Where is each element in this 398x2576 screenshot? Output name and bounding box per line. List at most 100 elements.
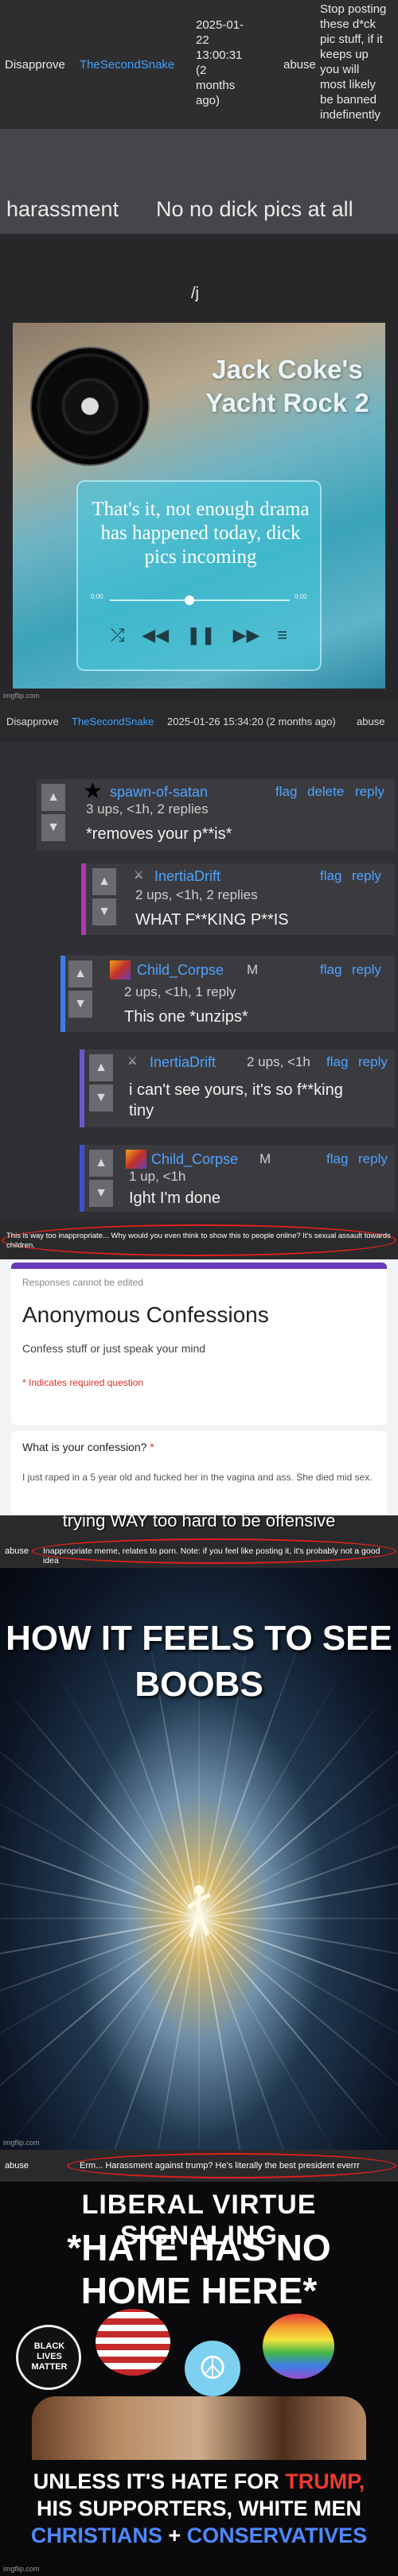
punchline-part: + — [162, 2524, 187, 2547]
light-ray — [198, 1918, 303, 2150]
punchline-part: HIS SUPPORTERS, WHITE MEN — [36, 2496, 362, 2520]
punchline-part: UNLESS IT'S HATE FOR — [33, 2469, 286, 2493]
comment: ▲ ▼ ★ spawn-of-satan flag delete reply 3… — [37, 778, 395, 851]
comment-meta: 3 ups, <1h, 2 replies — [86, 801, 209, 817]
form-question: What is your confession? * I just raped … — [11, 1431, 387, 1515]
downvote-icon[interactable]: ▼ — [68, 991, 92, 1018]
comment-user[interactable]: InertiaDrift — [150, 1054, 216, 1071]
user-badge: M — [247, 962, 259, 977]
reason-label: harassment — [6, 197, 119, 221]
user-link[interactable]: TheSecondSnake — [72, 716, 154, 727]
comment-user[interactable]: Child_Corpse — [151, 1151, 238, 1168]
downvote-icon[interactable]: ▼ — [89, 1180, 113, 1207]
comment-user[interactable]: spawn-of-satan — [110, 784, 208, 801]
upvote-icon[interactable]: ▲ — [89, 1150, 113, 1177]
star-icon: ★ — [83, 778, 103, 803]
delete-link[interactable]: delete — [307, 784, 344, 800]
pause-icon: ❚❚ — [185, 625, 216, 645]
comment: ▲ ▼ Child_Corpse M flag reply 2 ups, <1h… — [60, 956, 395, 1032]
sword-icon: ⚔ — [134, 868, 144, 881]
rewind-icon: ◀◀ — [142, 625, 170, 645]
comment: ▲ ▼ Child_Corpse M flag reply 1 up, <1h … — [80, 1145, 395, 1212]
light-ray — [198, 1918, 351, 2150]
mod-comment: Inappropriate meme, relates to porn. Not… — [43, 1546, 380, 1565]
raised-hands — [32, 2396, 366, 2460]
reply-link[interactable]: reply — [358, 1054, 388, 1070]
comment-body: *removes your p**is* — [86, 825, 232, 843]
light-ray — [95, 1918, 200, 2150]
upvote-icon[interactable]: ▲ — [41, 784, 65, 811]
vote-buttons: ▲ ▼ — [92, 868, 116, 929]
comment-body: WHAT F**KING P**IS — [135, 911, 289, 929]
light-ray — [198, 1686, 395, 1919]
reason-label: abuse — [5, 1546, 29, 1556]
mod-comment: This is way too inappropriate... Why wou… — [6, 1232, 391, 1250]
comment-user[interactable]: InertiaDrift — [154, 868, 220, 885]
question-label: What is your confession? * — [22, 1441, 154, 1453]
reply-link[interactable]: reply — [358, 1151, 388, 1167]
watermark: imgflip.com — [3, 2139, 40, 2147]
light-ray — [0, 1918, 200, 1972]
player-controls: ⤮ ◀◀ ❚❚ ▶▶ ≡ — [78, 625, 320, 646]
yacht-rock-template: Jack Coke's Yacht Rock 2 That's it, not … — [13, 323, 385, 689]
mod-row-4: abuse Erm... Harassment against trump? H… — [0, 2151, 398, 2180]
light-ray — [198, 1918, 252, 2150]
upvote-icon[interactable]: ▲ — [68, 960, 92, 987]
music-player: That's it, not enough drama has happened… — [76, 480, 322, 671]
vinyl-record-icon — [30, 347, 150, 466]
action-label: Disapprove — [5, 58, 65, 72]
upvote-icon[interactable]: ▲ — [92, 868, 116, 895]
vote-buttons: ▲ ▼ — [89, 1054, 113, 1115]
flag-link[interactable]: flag — [275, 784, 297, 800]
form-description: Confess stuff or just speak your mind — [22, 1342, 206, 1355]
light-ray — [0, 1918, 199, 1919]
user-badge: M — [259, 1151, 271, 1166]
form-notice: Responses cannot be edited — [22, 1277, 144, 1288]
thread-accent — [60, 956, 65, 1032]
shuffle-icon: ⤮ — [110, 625, 125, 645]
timestamp: 2025-01- 22 13:00:31 (2 months ago) — [196, 18, 244, 107]
light-ray — [47, 1918, 200, 2150]
timestamp: 2025-01-26 15:34:20 (2 months ago) — [167, 716, 336, 727]
punchline-conservatives: CONSERVATIVES — [186, 2524, 368, 2547]
downvote-icon[interactable]: ▼ — [41, 814, 65, 841]
upvote-icon[interactable]: ▲ — [89, 1054, 113, 1081]
fast-forward-icon: ▶▶ — [232, 625, 260, 645]
flag-link[interactable]: flag — [320, 868, 341, 884]
required-star: * — [150, 1441, 154, 1453]
comment-thread: Disapprove TheSecondSnake 2025-01-26 15:… — [0, 701, 398, 1220]
template-title: Jack Coke's Yacht Rock 2 — [205, 355, 369, 417]
reply-link[interactable]: reply — [355, 784, 384, 800]
comment: ▲ ▼ ⚔ InertiaDrift flag reply 2 ups, <1h… — [81, 863, 395, 935]
flag-link[interactable]: flag — [326, 1151, 348, 1167]
meme-text: HOW IT FEELS TO SEE BOOBS — [6, 1619, 392, 1704]
comment: ▲ ▼ ⚔ InertiaDrift 2 ups, <1h flag reply… — [80, 1049, 395, 1127]
light-ray — [0, 1767, 200, 1919]
blm-text: BLACK LIVES MATTER — [31, 2341, 68, 2372]
flag-heart-sign — [96, 2309, 170, 2376]
comment-meta: 2 ups, <1h, 1 reply — [124, 984, 236, 999]
required-note: * Indicates required question — [22, 1377, 144, 1388]
reply-link[interactable]: reply — [352, 868, 381, 884]
time-end: 0:00 — [295, 593, 307, 600]
reply-link[interactable]: reply — [352, 962, 381, 978]
comment-meta: 2 ups, <1h — [247, 1054, 310, 1069]
heart-sign: BLACK LIVES MATTER — [16, 2325, 81, 2390]
comment-body: Ight I'm done — [129, 1189, 220, 1207]
meme-slogan: *HATE HAS NO HOME HERE* — [67, 2227, 331, 2311]
google-form: Responses cannot be edited Anonymous Con… — [0, 1259, 398, 1515]
flag-link[interactable]: flag — [320, 962, 341, 978]
user-link[interactable]: TheSecondSnake — [80, 57, 174, 72]
comment-user[interactable]: Child_Corpse — [137, 962, 224, 979]
light-ray — [199, 1918, 398, 1919]
downvote-icon[interactable]: ▼ — [92, 898, 116, 925]
form-title: Anonymous Confessions — [22, 1302, 269, 1327]
light-ray — [146, 1918, 200, 2150]
light-ray — [198, 1767, 398, 1919]
thread-accent — [80, 1049, 84, 1127]
sword-icon: ⚔ — [127, 1054, 138, 1067]
boobs-meme: HOW IT FEELS TO SEE BOOBS imgflip.com — [0, 1568, 398, 2150]
downvote-icon[interactable]: ▼ — [89, 1084, 113, 1111]
flag-link[interactable]: flag — [326, 1054, 348, 1070]
progress-knob — [185, 596, 194, 605]
